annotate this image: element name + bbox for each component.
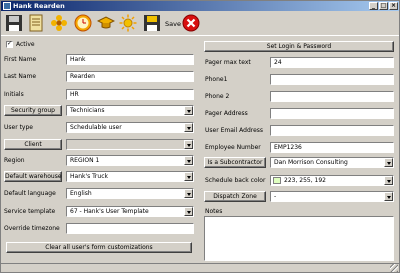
pager-max-text-label: Pager max text xyxy=(205,59,251,66)
chevron-down-icon[interactable] xyxy=(384,158,393,167)
title-bar: Hank Rearden _ □ × xyxy=(1,1,399,11)
chevron-down-icon[interactable] xyxy=(184,156,193,165)
chevron-down-icon[interactable] xyxy=(184,123,193,132)
service-template-select[interactable]: 67 - Hank's User Template xyxy=(66,206,194,217)
subcontractor-select[interactable]: Dan Morrison Consulting xyxy=(270,157,394,168)
user-email-label: User Email Address xyxy=(205,127,264,134)
save-disk-icon[interactable] xyxy=(143,14,161,32)
user-type-value: Schedulable user xyxy=(70,124,122,131)
active-checkbox[interactable] xyxy=(6,40,13,48)
phone2-label: Phone 2 xyxy=(205,93,230,100)
service-template-label: Service template xyxy=(4,208,56,215)
service-template-value: 67 - Hank's User Template xyxy=(70,208,149,215)
default-language-label: Default language xyxy=(4,190,56,197)
user-editor-window: Hank Rearden _ □ × Save ✓ Active First N… xyxy=(0,0,400,273)
first-name-field[interactable]: Hank xyxy=(66,54,194,65)
sun-icon[interactable] xyxy=(119,14,137,32)
last-name-label: Last Name xyxy=(4,73,37,80)
chevron-down-icon[interactable] xyxy=(184,189,193,198)
first-name-label: First Name xyxy=(4,56,37,63)
default-warehouse-value: Hank's Truck xyxy=(70,173,108,180)
schedule-back-color-value: 223, 255, 192 xyxy=(284,177,326,184)
save-disk-icon[interactable] xyxy=(5,14,23,32)
default-language-select[interactable]: English xyxy=(66,188,194,199)
notes-textarea[interactable] xyxy=(204,216,394,261)
phone2-field[interactable] xyxy=(270,91,394,102)
chevron-down-icon xyxy=(184,140,193,149)
override-timezone-label: Override timezone xyxy=(4,225,60,232)
cancel-icon[interactable] xyxy=(182,14,200,32)
document-icon[interactable] xyxy=(27,14,45,32)
schedule-back-color-select[interactable]: 223, 255, 192 xyxy=(270,175,394,186)
chevron-down-icon[interactable] xyxy=(184,106,193,115)
graduation-cap-icon[interactable] xyxy=(97,14,115,32)
schedule-back-color-label: Schedule back color xyxy=(205,177,266,184)
chevron-down-icon[interactable] xyxy=(184,172,193,181)
region-label: Region xyxy=(4,157,25,164)
region-value: REGION 1 xyxy=(70,157,100,164)
close-window-button[interactable]: × xyxy=(389,2,398,10)
security-group-value: Technicians xyxy=(70,107,105,114)
employee-number-label: Employee Number xyxy=(205,144,261,151)
notes-label: Notes xyxy=(205,208,223,215)
toolbar-separator xyxy=(1,35,399,36)
maximize-button[interactable]: □ xyxy=(379,2,388,10)
clear-customizations-button[interactable]: Clear all user's form customizations xyxy=(6,242,192,253)
subcontractor-button[interactable]: Is a Subcontractor xyxy=(204,157,266,168)
app-icon xyxy=(3,2,11,10)
default-warehouse-select[interactable]: Hank's Truck xyxy=(66,171,194,182)
user-type-label: User type xyxy=(4,124,33,131)
default-language-value: English xyxy=(70,190,92,197)
client-button[interactable]: Client xyxy=(4,139,62,150)
client-select xyxy=(66,139,194,150)
active-label: Active xyxy=(16,41,35,48)
region-select[interactable]: REGION 1 xyxy=(66,155,194,166)
pager-address-label: Pager Address xyxy=(205,110,248,117)
employee-number-field[interactable]: EMP1236 xyxy=(270,142,394,153)
last-name-field[interactable]: Rearden xyxy=(66,71,194,82)
resize-grip-icon[interactable] xyxy=(390,264,398,272)
chevron-down-icon[interactable] xyxy=(384,176,393,185)
toolbar: Save xyxy=(1,12,399,34)
set-login-password-button[interactable]: Set Login & Password xyxy=(204,41,394,52)
subcontractor-value: Dan Morrison Consulting xyxy=(274,159,348,166)
security-group-select[interactable]: Technicians xyxy=(66,105,194,116)
phone1-label: Phone1 xyxy=(205,76,228,83)
dispatch-zone-select[interactable]: - xyxy=(270,191,394,202)
window-title: Hank Rearden xyxy=(13,2,65,10)
pager-address-field[interactable] xyxy=(270,108,394,119)
security-group-button[interactable]: Security group xyxy=(4,105,62,116)
dispatch-zone-value: - xyxy=(274,193,277,200)
dispatch-zone-button[interactable]: Dispatch Zone xyxy=(204,191,266,202)
default-warehouse-button[interactable]: Default warehouse xyxy=(4,171,62,182)
minimize-button[interactable]: _ xyxy=(369,2,378,10)
user-type-select[interactable]: Schedulable user xyxy=(66,122,194,133)
initials-field[interactable]: HR xyxy=(66,89,194,100)
pager-max-text-field[interactable]: 24 xyxy=(270,57,394,68)
color-swatch xyxy=(273,177,281,184)
clock-icon[interactable] xyxy=(74,14,92,32)
phone1-field[interactable] xyxy=(270,74,394,85)
save-label[interactable]: Save xyxy=(165,20,181,28)
status-bar xyxy=(1,263,399,273)
flower-icon[interactable] xyxy=(50,14,68,32)
override-timezone-field[interactable] xyxy=(66,223,194,234)
chevron-down-icon[interactable] xyxy=(384,192,393,201)
chevron-down-icon[interactable] xyxy=(184,207,193,216)
user-email-field[interactable] xyxy=(270,125,394,136)
initials-label: Initials xyxy=(4,91,24,98)
